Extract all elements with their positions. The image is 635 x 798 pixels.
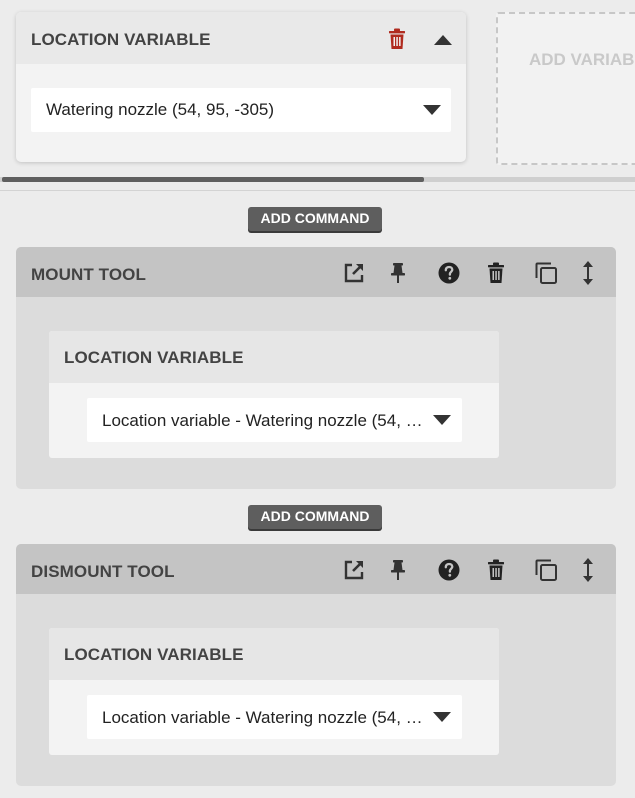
- location-variable-select[interactable]: Watering nozzle (54, 95, -305): [31, 88, 451, 132]
- location-variable-select[interactable]: Location variable - Watering nozzle (54,…: [87, 398, 462, 442]
- location-variable-section-title: LOCATION VARIABLE: [64, 645, 244, 664]
- location-variable-card: LOCATION VARIABLE Watering nozzle (54, 9…: [16, 12, 466, 162]
- select-value: Location variable - Watering nozzle (54,…: [102, 411, 423, 430]
- step-dismount-tool: DISMOUNT TOOL LOCATION VARIABLE Location…: [16, 544, 616, 786]
- location-variable-section-header: LOCATION VARIABLE: [49, 628, 499, 680]
- divider: [0, 190, 635, 191]
- horizontal-scrollbar-thumb[interactable]: [2, 177, 424, 182]
- step-mount-tool: MOUNT TOOL LOCATION VARIABLE Location va…: [16, 247, 616, 489]
- select-value: Location variable - Watering nozzle (54,…: [102, 708, 423, 727]
- location-variable-section: LOCATION VARIABLE Location variable - Wa…: [49, 331, 499, 458]
- add-variable-dropzone[interactable]: ADD VARIABLE: [496, 12, 635, 165]
- location-variable-header: LOCATION VARIABLE: [16, 12, 466, 64]
- add-command-button[interactable]: ADD COMMAND: [248, 505, 382, 529]
- select-value: Watering nozzle (54, 95, -305): [46, 100, 275, 119]
- duplicate-icon[interactable]: [534, 558, 558, 582]
- location-variable-section: LOCATION VARIABLE Location variable - Wa…: [49, 628, 499, 755]
- duplicate-icon[interactable]: [534, 261, 558, 285]
- step-title: DISMOUNT TOOL: [31, 562, 175, 581]
- add-command-button[interactable]: ADD COMMAND: [248, 207, 382, 231]
- trash-icon[interactable]: [484, 261, 508, 285]
- step-header[interactable]: MOUNT TOOL: [16, 247, 616, 297]
- help-icon[interactable]: [437, 558, 461, 582]
- drag-handle-icon[interactable]: [576, 558, 600, 582]
- external-link-icon[interactable]: [342, 261, 366, 285]
- caret-down-icon: [433, 712, 451, 722]
- step-header[interactable]: DISMOUNT TOOL: [16, 544, 616, 594]
- trash-icon[interactable]: [388, 28, 406, 50]
- location-variable-section-title: LOCATION VARIABLE: [64, 348, 244, 367]
- location-variable-title: LOCATION VARIABLE: [31, 30, 211, 49]
- caret-up-icon[interactable]: [433, 34, 453, 46]
- help-icon[interactable]: [437, 261, 461, 285]
- pin-icon[interactable]: [386, 261, 410, 285]
- add-variable-label: ADD VARIABLE: [529, 50, 635, 69]
- location-variable-section-header: LOCATION VARIABLE: [49, 331, 499, 383]
- step-title: MOUNT TOOL: [31, 265, 146, 284]
- trash-icon[interactable]: [484, 558, 508, 582]
- pin-icon[interactable]: [386, 558, 410, 582]
- caret-down-icon: [433, 415, 451, 425]
- external-link-icon[interactable]: [342, 558, 366, 582]
- caret-down-icon: [423, 105, 441, 115]
- location-variable-select[interactable]: Location variable - Watering nozzle (54,…: [87, 695, 462, 739]
- drag-handle-icon[interactable]: [576, 261, 600, 285]
